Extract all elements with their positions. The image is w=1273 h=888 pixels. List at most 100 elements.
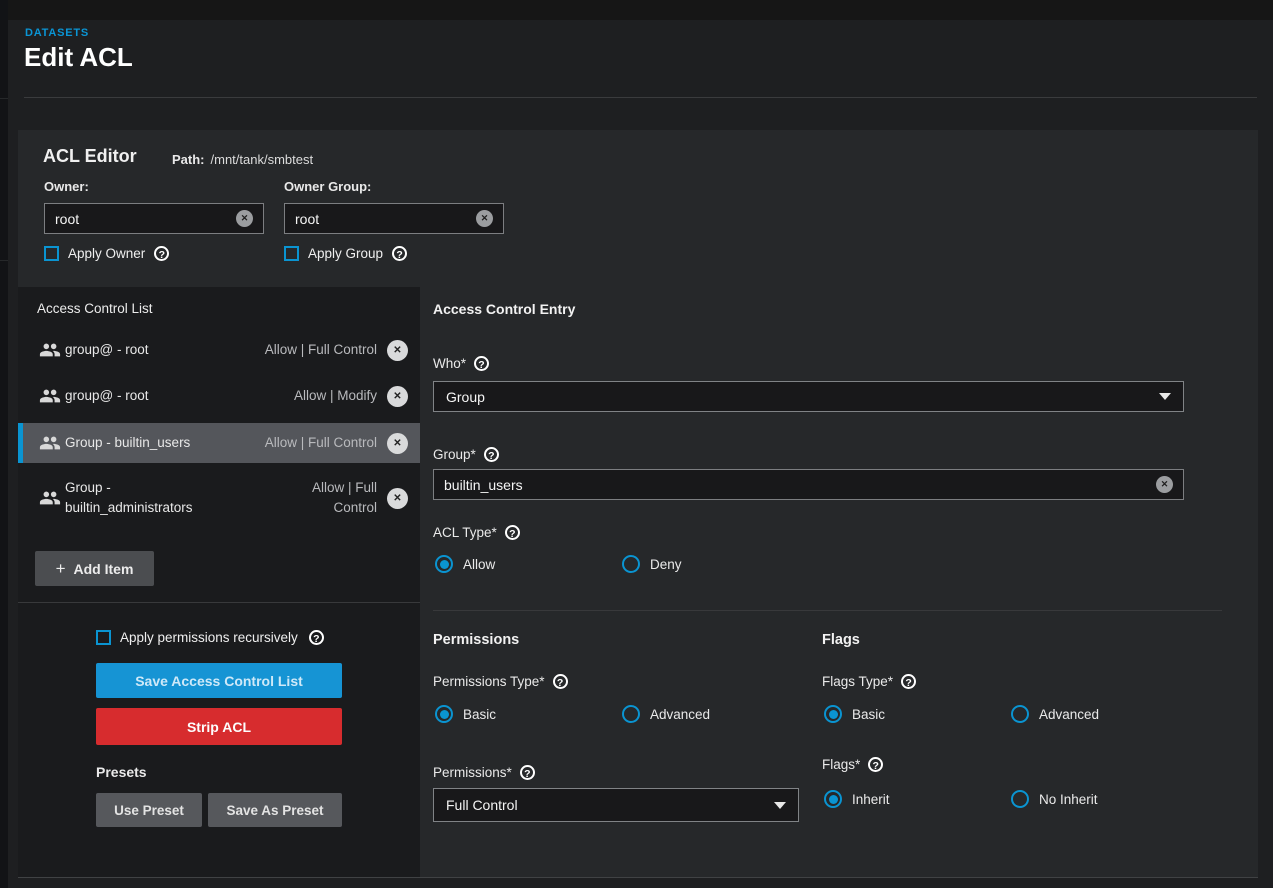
ace-name: group@ - root	[65, 386, 237, 406]
radio-permissions-advanced[interactable]: Advanced	[622, 705, 809, 723]
remove-ace-button[interactable]: ✕	[387, 433, 408, 454]
radio-flags-advanced[interactable]: Advanced	[1011, 705, 1198, 723]
use-preset-button[interactable]: Use Preset	[96, 793, 202, 827]
owner-field-group: Owner: root ✕ Apply Owner ?	[44, 179, 264, 261]
recursive-row: Apply permissions recursively ?	[96, 630, 324, 645]
apply-owner-label: Apply Owner	[68, 246, 145, 261]
access-control-entry-panel: Access Control Entry Who* ? Group Group*…	[420, 287, 1258, 877]
add-item-label: Add Item	[74, 561, 134, 577]
acl-type-radios: Allow Deny	[435, 555, 809, 573]
acl-list-panel: Access Control List group@ - root Allow …	[18, 287, 420, 877]
help-icon[interactable]: ?	[901, 674, 916, 689]
help-icon[interactable]: ?	[392, 246, 407, 261]
strip-acl-button[interactable]: Strip ACL	[96, 708, 342, 745]
sidebar-divider	[0, 260, 8, 261]
radio-permissions-basic-control[interactable]	[435, 705, 453, 723]
permissions-label: Permissions*	[433, 765, 512, 780]
ace-divider	[433, 610, 1222, 611]
acl-type-label-row: ACL Type* ?	[433, 525, 520, 540]
breadcrumb[interactable]: DATASETS	[25, 27, 89, 39]
remove-ace-button[interactable]: ✕	[387, 488, 408, 509]
ace-permissions: Allow | Full Control	[277, 478, 377, 518]
owner-group-input-value: root	[295, 211, 319, 227]
radio-no-inherit-control[interactable]	[1011, 790, 1029, 808]
radio-flags-basic-control[interactable]	[824, 705, 842, 723]
add-item-button[interactable]: + Add Item	[35, 551, 154, 586]
help-icon[interactable]: ?	[309, 630, 324, 645]
save-acl-button[interactable]: Save Access Control List	[96, 663, 342, 698]
people-icon	[39, 432, 61, 454]
dropdown-caret-icon	[1159, 393, 1171, 400]
page-content: DATASETS Edit ACL ACL Editor Path: /mnt/…	[8, 20, 1273, 888]
collapsed-sidebar[interactable]	[0, 0, 8, 888]
header-divider	[24, 97, 1257, 98]
flags-section-title: Flags	[822, 632, 860, 648]
help-icon[interactable]: ?	[505, 525, 520, 540]
help-icon[interactable]: ?	[484, 447, 499, 462]
owner-label: Owner:	[44, 179, 264, 194]
group-label-row: Group* ?	[433, 447, 499, 462]
remove-ace-button[interactable]: ✕	[387, 386, 408, 407]
help-icon[interactable]: ?	[154, 246, 169, 261]
apply-group-checkbox[interactable]	[284, 246, 299, 261]
radio-allow[interactable]: Allow	[435, 555, 622, 573]
acl-editor-section: ACL Editor Path: /mnt/tank/smbtest Owner…	[18, 130, 1258, 287]
radio-permissions-advanced-label: Advanced	[650, 707, 710, 722]
flags-section: Flags Flags Type* ? Basic Advanced	[822, 632, 1252, 877]
permissions-section-title: Permissions	[433, 632, 519, 648]
acl-list-title: Access Control List	[37, 301, 153, 316]
radio-deny[interactable]: Deny	[622, 555, 809, 573]
help-icon[interactable]: ?	[474, 356, 489, 371]
permissions-select[interactable]: Full Control	[433, 788, 799, 822]
people-icon	[39, 339, 61, 361]
radio-inherit[interactable]: Inherit	[824, 790, 1011, 808]
help-icon[interactable]: ?	[553, 674, 568, 689]
ace-name: Group - builtin_administrators	[65, 478, 237, 518]
who-select-value: Group	[446, 389, 485, 405]
list-panel-divider	[18, 602, 420, 603]
apply-owner-checkbox[interactable]	[44, 246, 59, 261]
radio-deny-control[interactable]	[622, 555, 640, 573]
flags-type-label: Flags Type*	[822, 674, 893, 689]
owner-group-input[interactable]: root ✕	[284, 203, 504, 234]
clear-icon[interactable]: ✕	[476, 210, 493, 227]
clear-icon[interactable]: ✕	[236, 210, 253, 227]
radio-permissions-basic[interactable]: Basic	[435, 705, 622, 723]
save-as-preset-button[interactable]: Save As Preset	[208, 793, 342, 827]
acl-list-item-selected[interactable]: Group - builtin_users Allow | Full Contr…	[18, 423, 420, 463]
flags-label: Flags*	[822, 757, 860, 772]
permissions-type-label: Permissions Type*	[433, 674, 545, 689]
permissions-type-radios: Basic Advanced	[435, 705, 809, 723]
remove-ace-button[interactable]: ✕	[387, 340, 408, 361]
radio-flags-advanced-label: Advanced	[1039, 707, 1099, 722]
radio-permissions-advanced-control[interactable]	[622, 705, 640, 723]
preset-buttons: Use Preset Save As Preset	[96, 793, 342, 827]
radio-flags-advanced-control[interactable]	[1011, 705, 1029, 723]
acl-editor-card: ACL Editor Path: /mnt/tank/smbtest Owner…	[18, 130, 1258, 877]
who-select[interactable]: Group	[433, 381, 1184, 412]
who-label-row: Who* ?	[433, 356, 489, 371]
help-icon[interactable]: ?	[868, 757, 883, 772]
acl-list-item[interactable]: Group - builtin_administrators Allow | F…	[18, 465, 420, 531]
acl-type-label: ACL Type*	[433, 525, 497, 540]
radio-no-inherit[interactable]: No Inherit	[1011, 790, 1198, 808]
radio-allow-control[interactable]	[435, 555, 453, 573]
apply-recursively-checkbox[interactable]	[96, 630, 111, 645]
acl-list-item[interactable]: group@ - root Allow | Full Control ✕	[18, 327, 420, 373]
ace-name: group@ - root	[65, 340, 237, 360]
acl-list-item[interactable]: group@ - root Allow | Modify ✕	[18, 373, 420, 419]
group-input[interactable]: builtin_users ✕	[433, 469, 1184, 500]
group-label: Group*	[433, 447, 476, 462]
apply-recursively-label: Apply permissions recursively	[120, 630, 298, 645]
group-input-value: builtin_users	[444, 477, 523, 493]
ace-permissions: Allow | Full Control	[237, 433, 377, 453]
radio-flags-basic[interactable]: Basic	[824, 705, 1011, 723]
owner-input[interactable]: root ✕	[44, 203, 264, 234]
clear-icon[interactable]: ✕	[1156, 476, 1173, 493]
help-icon[interactable]: ?	[520, 765, 535, 780]
ace-permissions: Allow | Full Control	[237, 340, 377, 360]
radio-inherit-control[interactable]	[824, 790, 842, 808]
path-value: /mnt/tank/smbtest	[211, 152, 314, 167]
flags-radios: Inherit No Inherit	[824, 790, 1198, 808]
owner-input-value: root	[55, 211, 79, 227]
